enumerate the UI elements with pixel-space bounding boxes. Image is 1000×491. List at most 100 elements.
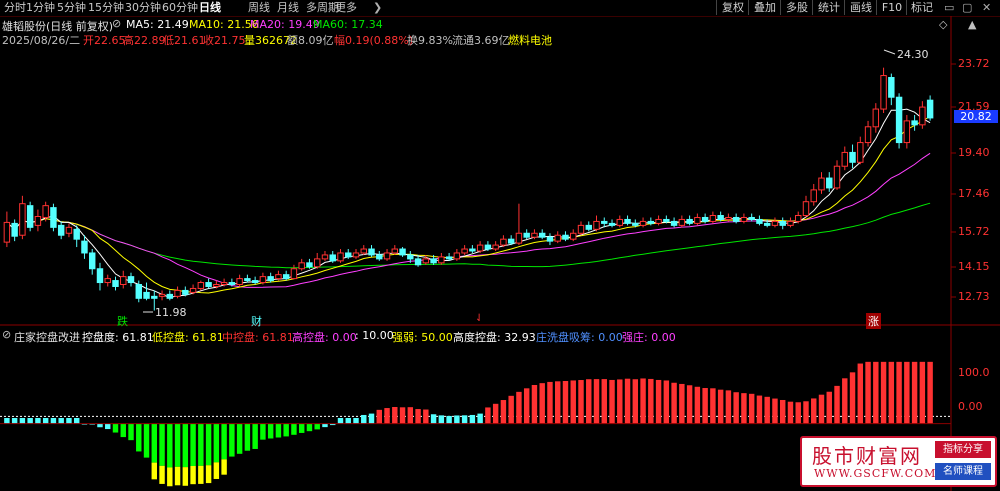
sector-tag[interactable]: 燃料电池 (508, 32, 552, 48)
candle-body (399, 248, 406, 256)
candle-body (321, 254, 329, 260)
candle (500, 235, 507, 248)
period-1[interactable]: 1分钟 (26, 1, 55, 15)
candle (244, 274, 251, 283)
candle (748, 213, 755, 222)
ind-bar (89, 423, 95, 425)
toolbar-button-6[interactable]: 标记 (906, 0, 937, 15)
candle (34, 209, 42, 232)
period-4[interactable]: 30分钟 (125, 1, 161, 15)
candle-body (158, 293, 166, 297)
toolbar-button-4[interactable]: 画线 (844, 0, 877, 15)
ind-bar (430, 414, 437, 424)
diamond-icon[interactable]: ◇ (939, 18, 947, 31)
period-0[interactable]: 分时 (4, 1, 26, 15)
ind-bar (826, 391, 832, 424)
candle-body (360, 248, 367, 254)
candle (740, 213, 748, 224)
candle-body (585, 224, 592, 230)
indicator-name[interactable]: 庄家控盘改进 (14, 329, 80, 345)
candle (841, 146, 848, 171)
candle (182, 286, 189, 297)
period-10[interactable]: 更多 (335, 1, 357, 15)
candle (120, 270, 127, 289)
ind-bar (330, 423, 336, 426)
candle (919, 101, 926, 129)
ind-bar (376, 409, 382, 424)
collapse-icon[interactable]: ⊘ (112, 17, 121, 30)
candle-body (438, 256, 445, 264)
toolbar-button-5[interactable]: F10 (876, 0, 907, 15)
candle-body (430, 258, 437, 264)
toolbar-button-0[interactable]: 复权 (716, 0, 749, 15)
period-2[interactable]: 5分钟 (57, 1, 86, 15)
ind-bar (671, 382, 677, 424)
candle (368, 245, 375, 257)
arrow-up-icon[interactable]: ▲ (968, 18, 976, 31)
ind-bar (361, 414, 367, 424)
candle (562, 231, 569, 242)
candle-body (686, 218, 693, 224)
candle-body (903, 120, 911, 144)
candle (19, 195, 26, 240)
bar-date: 2025/08/26/二 (2, 34, 81, 47)
candle (818, 172, 825, 194)
ind-bar (779, 399, 786, 424)
candle (337, 249, 344, 263)
period-7[interactable]: 周线 (248, 1, 270, 15)
candle-body (857, 142, 864, 163)
toolbar-button-2[interactable]: 多股 (780, 0, 813, 15)
toolbar-button-3[interactable]: 统计 (812, 0, 845, 15)
more-chevron-icon[interactable]: ❯ (373, 1, 382, 14)
ind-axis-0: 0.00 (958, 400, 983, 413)
ma20-line (6, 152, 931, 288)
candle-body (298, 262, 305, 270)
ind-bar (97, 423, 103, 428)
candle (65, 223, 73, 238)
period-5[interactable]: 60分钟 (162, 1, 198, 15)
ind-bar (50, 418, 57, 424)
candle (329, 251, 336, 263)
candle (189, 284, 197, 295)
candle (174, 286, 181, 299)
ind-bar (423, 409, 429, 424)
win-restore-icon[interactable]: ▢ (962, 1, 972, 14)
candle-body (275, 274, 282, 280)
candle-body (802, 201, 810, 217)
ind-bar (748, 393, 755, 424)
candle (593, 215, 600, 232)
ind-bar-deep (174, 466, 181, 486)
ind-bar (120, 423, 126, 438)
candle (112, 276, 119, 291)
candle (686, 215, 693, 226)
toolbar-button-1[interactable]: 叠加 (748, 0, 781, 15)
candle-body (96, 268, 104, 284)
candle-body (182, 289, 189, 295)
ind-bar (283, 423, 289, 437)
candle-body (50, 207, 57, 228)
indicator-collapse-icon[interactable]: ⊘ (2, 328, 11, 341)
candle (771, 217, 779, 228)
candle-body (911, 120, 918, 126)
period-6[interactable]: 日线 (199, 1, 221, 15)
period-3[interactable]: 15分钟 (88, 1, 124, 15)
candle (926, 95, 934, 121)
candle-body (647, 220, 655, 224)
bar-change: 幅0.19(0.88%) (334, 34, 414, 47)
win-minimize-icon[interactable]: ▭ (944, 1, 954, 14)
win-close-icon[interactable]: ✕ (982, 1, 991, 14)
watermark-tag-course: 名师课程 (935, 463, 991, 480)
candle-body (236, 278, 243, 286)
period-8[interactable]: 月线 (277, 1, 299, 15)
float-cap: 流通3.69亿 (452, 34, 510, 47)
candle (96, 262, 104, 291)
bar-turnover: 换9.83% (407, 34, 453, 47)
candle-body (787, 220, 794, 226)
watermark-title: 股市财富网 (812, 444, 922, 468)
candle-body (593, 220, 600, 230)
candle-body (220, 282, 228, 286)
price-axis-tick: 15.72 (958, 225, 990, 238)
candle (236, 274, 243, 287)
candle (438, 252, 445, 265)
watermark-tag-share: 指标分享 (935, 441, 991, 458)
